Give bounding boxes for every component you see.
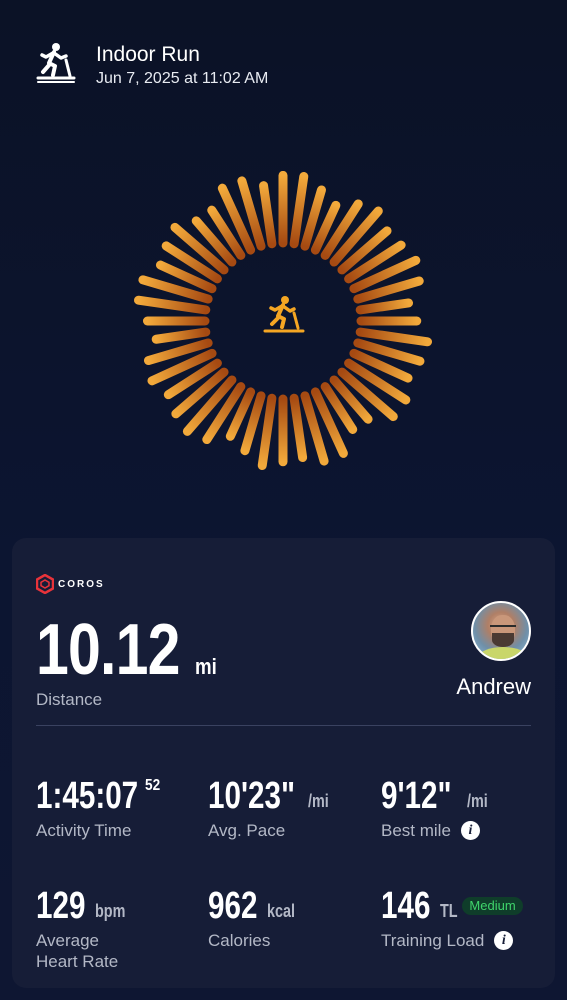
stat-value: 962 [208, 885, 258, 927]
ring-bar [289, 393, 308, 463]
stat-label-line2: Heart Rate [36, 952, 119, 971]
stat-unit: /mi [467, 791, 489, 811]
stat-avg-pace: 10'23" /mi Avg. Pace [208, 776, 334, 841]
stat-label: Avg. Pace [208, 821, 286, 840]
status-badge: Medium [462, 897, 523, 915]
ring-bar [133, 295, 211, 315]
stat-sup: 52 [144, 777, 161, 794]
user-name: Andrew [456, 674, 531, 699]
ring-bar [355, 298, 414, 315]
stat-value: 146 [381, 885, 431, 927]
info-icon[interactable]: i [494, 931, 514, 950]
stat-unit: kcal [267, 901, 296, 921]
stat-value: 9'12" [381, 775, 452, 817]
stat-activity-time: 1:45:07 52 Activity Time [36, 776, 163, 841]
stat-value: 10'23" [208, 775, 296, 817]
treadmill-icon [263, 296, 305, 333]
stat-label: Training Load [381, 931, 485, 950]
distance-number: 10.12 [36, 610, 180, 690]
coros-hex-icon [36, 574, 54, 594]
stat-label: Best mile [381, 821, 451, 840]
ring-bar [259, 181, 277, 249]
info-icon[interactable]: i [460, 821, 480, 840]
divider [36, 725, 531, 726]
stat-label: Calories [208, 931, 271, 950]
stat-unit: TL [440, 901, 459, 921]
activity-screen: Indoor Run Jun 7, 2025 at 11:02 AM COROS… [0, 0, 567, 1000]
treadmill-icon [36, 43, 76, 83]
stat-value: 129 [36, 885, 86, 927]
stat-heart-rate: 129 bpm Average Heart Rate [36, 886, 133, 972]
stat-training-load: 146 TL Medium Training Load i [381, 886, 523, 951]
activity-ring [133, 170, 433, 471]
stat-calories: 962 kcal Calories [208, 886, 302, 951]
activity-summary-card: COROS 10.12 mi Distance Andrew 1:45:07 5… [12, 538, 555, 988]
stat-value: 1:45:07 [36, 775, 139, 817]
activity-datetime: Jun 7, 2025 at 11:02 AM [96, 70, 269, 87]
distance-label: Distance [36, 690, 103, 709]
coros-wordmark: COROS [58, 578, 105, 590]
distance-value: 10.12 mi [36, 614, 221, 686]
activity-ring-graphic [133, 170, 433, 471]
ring-bar [151, 327, 211, 344]
ring-bar [355, 327, 433, 347]
avatar[interactable] [471, 601, 531, 661]
ring-bar [289, 171, 309, 249]
stat-best-mile: 9'12" /mi Best mile i [381, 776, 493, 841]
ring-bar [257, 393, 277, 471]
activity-header: Indoor Run Jun 7, 2025 at 11:02 AM [36, 42, 268, 90]
activity-title: Indoor Run [96, 43, 200, 66]
distance-unit: mi [195, 654, 218, 679]
coros-brand: COROS [36, 574, 105, 594]
stat-label-line1: Average [36, 931, 100, 950]
stat-unit: /mi [307, 791, 329, 811]
stat-label: Activity Time [36, 821, 132, 840]
stat-unit: bpm [95, 901, 126, 921]
